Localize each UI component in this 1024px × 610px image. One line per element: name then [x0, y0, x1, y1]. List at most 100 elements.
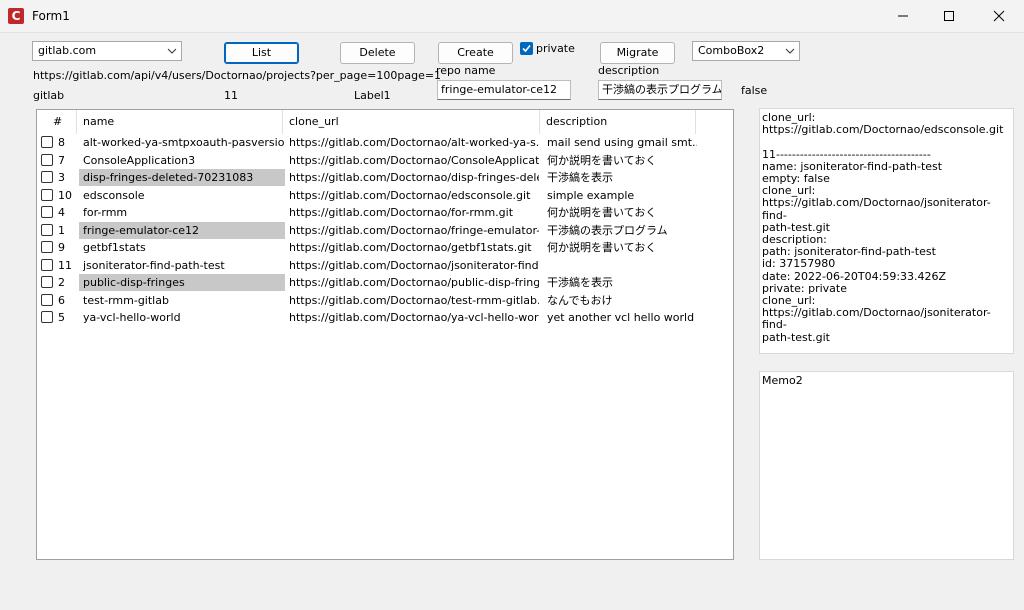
- row-description: mail send using gmail smt...: [547, 136, 697, 149]
- repo-list-view[interactable]: # name clone_url description 8 alt-worked…: [36, 109, 734, 560]
- list-button[interactable]: List: [224, 42, 299, 64]
- count-label: 11: [224, 89, 238, 102]
- row-id: 7: [58, 153, 65, 167]
- row-description: 干渉縞を表示: [547, 171, 613, 184]
- description-input[interactable]: 干渉縞の表示プログラム: [598, 80, 722, 100]
- row-checkbox[interactable]: [41, 223, 53, 236]
- row-id: 4: [58, 206, 65, 219]
- checkmark-icon: [522, 44, 531, 53]
- column-header-description[interactable]: description: [540, 110, 696, 134]
- row-id: 2: [58, 276, 65, 289]
- close-icon: [993, 10, 1005, 22]
- row-name: for-rmm: [83, 206, 128, 219]
- row-id: 11: [58, 258, 72, 272]
- repo-name-input[interactable]: fringe-emulator-ce12: [437, 80, 571, 100]
- row-id: 1: [58, 223, 65, 237]
- minimize-icon: [898, 15, 908, 17]
- create-button[interactable]: Create: [438, 42, 513, 64]
- row-name: ConsoleApplication3: [83, 153, 196, 167]
- column-header-name[interactable]: name: [77, 110, 283, 134]
- row-name: public-disp-fringes: [79, 274, 285, 291]
- row-description: 干渉縞の表示プログラム: [547, 223, 668, 237]
- row-name: fringe-emulator-ce12: [79, 221, 285, 239]
- row-checkbox[interactable]: [41, 258, 53, 271]
- row-clone-url: https://gitlab.com/Doctornao/ya-vcl-hell…: [289, 311, 539, 324]
- combobox2[interactable]: ComboBox2: [692, 41, 800, 61]
- row-clone-url: https://gitlab.com/Doctornao/jsoniterato…: [289, 258, 539, 272]
- private-label: private: [536, 42, 575, 55]
- column-header-clone-url[interactable]: clone_url: [283, 110, 540, 134]
- row-clone-url: https://gitlab.com/Doctornao/test-rmm-gi…: [289, 293, 539, 307]
- host-combo[interactable]: gitlab.com: [32, 41, 182, 61]
- table-row[interactable]: 1 fringe-emulator-ce12 https://gitlab.com/…: [37, 221, 733, 239]
- label1: Label1: [354, 89, 391, 102]
- row-description: なんでもおけ: [547, 293, 613, 307]
- row-name: ya-vcl-hello-world: [83, 311, 181, 324]
- row-checkbox[interactable]: [41, 276, 53, 288]
- row-name: edsconsole: [83, 188, 145, 202]
- row-clone-url: https://gitlab.com/Doctornao/getbf1stats…: [289, 241, 532, 254]
- table-row[interactable]: 7 ConsoleApplication3 https://gitlab.com/D…: [37, 152, 733, 169]
- memo2[interactable]: Memo2: [759, 371, 1014, 560]
- row-description: [547, 257, 697, 274]
- row-id: 8: [58, 136, 65, 149]
- host-label: gitlab: [33, 89, 65, 102]
- maximize-icon: [944, 11, 954, 21]
- row-id: 6: [58, 293, 65, 307]
- table-row[interactable]: 3 disp-fringes-deleted-70231083 https://gi…: [37, 169, 733, 186]
- table-row[interactable]: 2 public-disp-fringes https://gitlab.com/D…: [37, 274, 733, 291]
- row-checkbox[interactable]: [41, 188, 53, 201]
- migrate-button[interactable]: Migrate: [600, 42, 675, 64]
- row-id: 10: [58, 188, 72, 202]
- flag-label: false: [741, 84, 768, 97]
- row-clone-url: https://gitlab.com/Doctornao/public-disp…: [289, 276, 539, 289]
- row-checkbox[interactable]: [41, 136, 53, 148]
- row-description: 干渉縞を表示: [547, 276, 613, 289]
- row-checkbox[interactable]: [41, 293, 53, 306]
- close-button[interactable]: [976, 0, 1022, 32]
- window-title: Form1: [32, 9, 70, 23]
- row-clone-url: https://gitlab.com/Doctornao/ConsoleAppl…: [289, 153, 539, 167]
- app-icon: C: [8, 8, 24, 24]
- row-clone-url: https://gitlab.com/Doctornao/disp-fringe…: [289, 171, 539, 184]
- table-row[interactable]: 9 getbf1stats https://gitlab.com/Doctornao…: [37, 239, 733, 256]
- row-name: getbf1stats: [83, 241, 146, 254]
- minimize-button[interactable]: [880, 0, 926, 32]
- table-row[interactable]: 5 ya-vcl-hello-world https://gitlab.com/Do…: [37, 309, 733, 326]
- table-row[interactable]: 4 for-rmm https://gitlab.com/Doctornao/for…: [37, 204, 733, 221]
- table-row[interactable]: 10 edsconsole https://gitlab.com/Doctornao…: [37, 187, 733, 204]
- row-clone-url: https://gitlab.com/Doctornao/alt-worked-…: [289, 136, 539, 149]
- chevron-down-icon: [785, 48, 795, 54]
- row-name: disp-fringes-deleted-70231083: [79, 169, 285, 186]
- row-name: alt-worked-ya-smtpxoauth-pasversion: [83, 136, 285, 149]
- chevron-down-icon: [167, 48, 177, 54]
- row-id: 3: [58, 171, 65, 184]
- maximize-button[interactable]: [926, 0, 972, 32]
- row-description: yet another vcl hello world: [547, 311, 695, 324]
- table-row[interactable]: 11 jsoniterator-find-path-test https://git…: [37, 257, 733, 274]
- row-description: 何か説明を書いておく: [547, 153, 657, 167]
- row-id: 5: [58, 311, 65, 324]
- row-checkbox[interactable]: [41, 171, 53, 183]
- memo1[interactable]: clone_url: https://gitlab.com/Doctornao/…: [759, 108, 1014, 354]
- url-label: https://gitlab.com/api/v4/users/Doctorna…: [33, 69, 442, 82]
- combobox2-value: ComboBox2: [698, 44, 765, 57]
- row-checkbox[interactable]: [41, 311, 53, 323]
- row-checkbox[interactable]: [41, 241, 53, 253]
- row-description: simple example: [547, 188, 635, 202]
- repo-name-label: repo name: [436, 64, 496, 77]
- row-description: 何か説明を書いておく: [547, 206, 657, 219]
- row-checkbox[interactable]: [41, 153, 53, 166]
- row-id: 9: [58, 241, 65, 254]
- row-clone-url: https://gitlab.com/Doctornao/for-rmm.git: [289, 206, 514, 219]
- private-checkbox[interactable]: [520, 42, 533, 55]
- table-row[interactable]: 6 test-rmm-gitlab https://gitlab.com/Docto…: [37, 292, 733, 309]
- column-header-id[interactable]: #: [37, 110, 77, 134]
- host-combo-value: gitlab.com: [38, 44, 97, 57]
- row-description: 何か説明を書いておく: [547, 241, 657, 254]
- delete-button[interactable]: Delete: [340, 42, 415, 64]
- table-row[interactable]: 8 alt-worked-ya-smtpxoauth-pasversion http…: [37, 134, 733, 151]
- row-clone-url: https://gitlab.com/Doctornao/fringe-emul…: [289, 223, 539, 237]
- description-label: description: [598, 64, 660, 77]
- row-checkbox[interactable]: [41, 206, 53, 218]
